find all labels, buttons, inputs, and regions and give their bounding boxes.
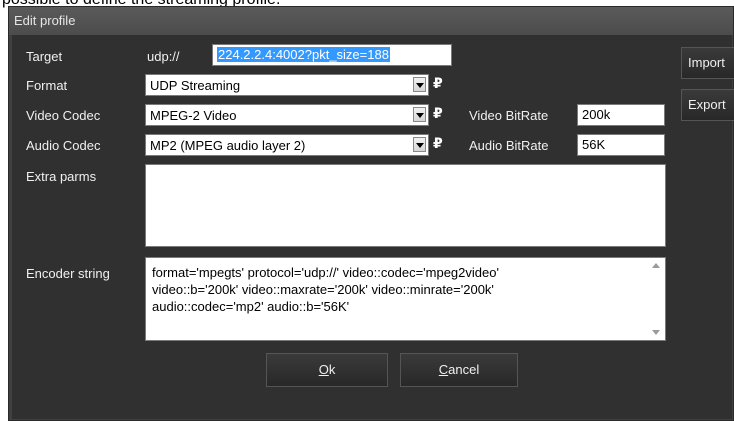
edit-profile-dialog: Edit profile Target udp:// 224.2.2.4:400…: [8, 6, 734, 421]
target-label: Target: [26, 49, 63, 64]
encoder-string-textarea[interactable]: format='mpegts' protocol='udp://' video:…: [145, 257, 666, 341]
encoder-string-line: format='mpegts' protocol='udp://' video:…: [152, 265, 499, 280]
audio-codec-select-value: MP2 (MPEG audio layer 2): [150, 138, 306, 153]
video-bitrate-input[interactable]: 200k: [577, 104, 665, 126]
encoder-string-line: audio::codec='mp2' audio::b='56K': [152, 299, 350, 314]
ok-label-rest: k: [328, 362, 336, 377]
extra-parms-label: Extra parms: [26, 169, 97, 184]
video-bitrate-value: 200k: [582, 107, 611, 122]
export-button[interactable]: Export: [681, 89, 734, 121]
scroll-down-icon[interactable]: [652, 330, 660, 335]
format-label: Format: [26, 78, 68, 93]
ok-mnemonic: O: [318, 362, 329, 377]
video-codec-label: Video Codec: [26, 108, 101, 123]
dialog-titlebar: Edit profile: [9, 7, 733, 35]
video-codec-select[interactable]: MPEG-2 Video: [145, 104, 429, 126]
ok-button[interactable]: Ok: [266, 353, 388, 387]
target-prefix: udp://: [147, 49, 180, 64]
encoder-string-label: Encoder string: [26, 266, 110, 281]
cancel-label-rest: ancel: [448, 362, 480, 377]
encoder-string-line: video::b='200k' video::maxrate='200k' vi…: [152, 282, 494, 297]
format-select[interactable]: UDP Streaming: [145, 74, 429, 96]
video-codec-select-value: MPEG-2 Video: [150, 108, 237, 123]
audio-bitrate-value: 56K: [582, 137, 606, 152]
chevron-down-icon[interactable]: [413, 107, 426, 122]
import-button[interactable]: Import: [681, 47, 734, 79]
extra-parms-input[interactable]: [145, 164, 666, 247]
cancel-mnemonic: C: [438, 362, 449, 377]
encoder-string-text: format='mpegts' protocol='udp://' video:…: [152, 264, 645, 315]
pin-icon[interactable]: ₽: [433, 135, 443, 152]
scroll-up-icon[interactable]: [652, 263, 660, 268]
audio-codec-label: Audio Codec: [26, 138, 101, 153]
format-select-value: UDP Streaming: [150, 78, 241, 93]
dialog-body: Target udp:// 224.2.2.4:4002?pkt_size=18…: [12, 35, 734, 419]
import-button-label: Import: [688, 55, 725, 70]
audio-codec-select[interactable]: MP2 (MPEG audio layer 2): [145, 134, 429, 156]
audio-bitrate-label: Audio BitRate: [469, 138, 549, 153]
pin-icon[interactable]: ₽: [433, 75, 443, 92]
target-input[interactable]: 224.2.2.4:4002?pkt_size=188: [212, 44, 452, 66]
target-input-value: 224.2.2.4:4002?pkt_size=188: [217, 47, 390, 62]
dialog-title: Edit profile: [14, 13, 76, 28]
chevron-down-icon[interactable]: [413, 137, 426, 152]
pin-icon[interactable]: ₽: [433, 105, 443, 122]
cancel-button[interactable]: Cancel: [400, 353, 518, 387]
video-bitrate-label: Video BitRate: [469, 108, 549, 123]
chevron-down-icon[interactable]: [413, 77, 426, 92]
export-button-label: Export: [688, 97, 726, 112]
vertical-scrollbar[interactable]: [648, 259, 664, 339]
audio-bitrate-input[interactable]: 56K: [577, 134, 665, 156]
